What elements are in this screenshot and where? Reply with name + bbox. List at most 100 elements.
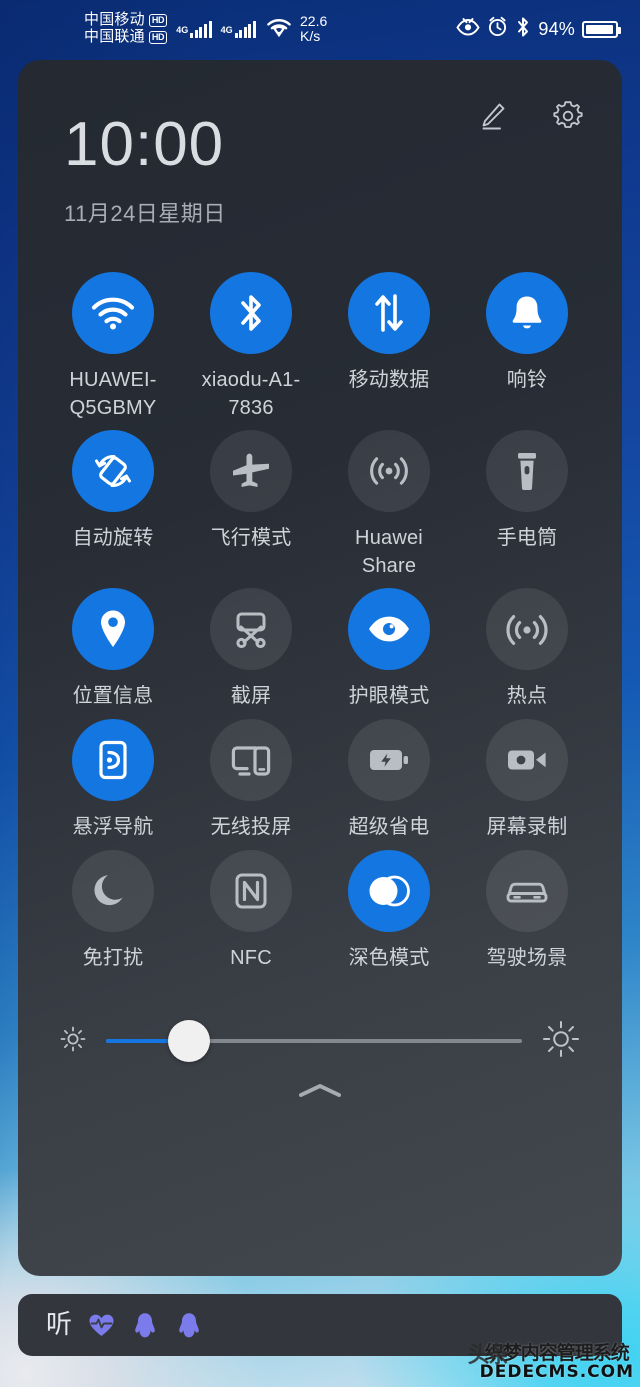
eye-comfort-icon[interactable] <box>348 588 430 671</box>
quick-toggle-5[interactable]: 自动旋转 <box>44 430 182 580</box>
quick-toggle-label: 超级省电 <box>348 815 430 838</box>
quick-toggle-15[interactable]: 超级省电 <box>320 718 458 842</box>
slider-thumb[interactable] <box>168 1020 211 1063</box>
quick-toggle-label: 热点 <box>506 685 548 708</box>
quick-toggle-16[interactable]: 屏幕录制 <box>458 718 596 842</box>
brightness-high-icon[interactable] <box>540 1018 582 1065</box>
eye-comfort-icon <box>456 17 480 41</box>
brightness-slider-row <box>18 1008 622 1074</box>
quick-toggle-9[interactable]: 位置信息 <box>44 588 182 711</box>
quick-toggle-6[interactable]: 飞行模式 <box>182 430 320 580</box>
network-speed-unit: K/s <box>300 28 321 44</box>
huawei-share-icon[interactable] <box>348 430 430 513</box>
quick-toggle-label: 护眼模式 <box>348 685 430 708</box>
nfc-icon[interactable] <box>210 849 292 932</box>
signal-bars-icon-2 <box>234 20 256 38</box>
chevron-up-icon[interactable] <box>293 1080 347 1107</box>
signal-group-1: 4G <box>176 20 212 38</box>
pencil-edit-icon[interactable] <box>472 96 512 136</box>
heartbeat-icon <box>86 1310 116 1340</box>
carrier-row-1: 中国移动 HD <box>84 11 168 29</box>
bell-ring-icon[interactable] <box>486 272 568 354</box>
network-speed-value: 22.6 <box>300 12 328 29</box>
quick-toggle-label: NFC <box>230 946 272 969</box>
bluetooth-icon[interactable] <box>210 272 292 354</box>
network-type-label-1: 4G <box>176 24 189 35</box>
bluetooth-icon <box>515 16 531 43</box>
carrier-row-2: 中国联通 HD <box>84 28 168 46</box>
network-type-label-2: 4G <box>220 24 233 35</box>
hd-badge-1: HD <box>148 13 168 28</box>
quick-toggle-label: xiaodu-A1-7836 <box>201 369 301 419</box>
quick-toggle-18[interactable]: NFC <box>182 849 320 973</box>
quick-toggle-label: 悬浮导航 <box>72 815 154 838</box>
do-not-disturb-icon[interactable] <box>72 849 154 932</box>
location-pin-icon[interactable] <box>72 588 154 671</box>
flashlight-icon[interactable] <box>486 430 568 513</box>
quick-toggle-10[interactable]: 截屏 <box>182 588 320 711</box>
quick-toggle-11[interactable]: 护眼模式 <box>320 588 458 711</box>
status-bar: 中国移动 HD 中国联通 HD 4G 4G 22.6 K/s 94% <box>0 0 640 58</box>
signal-group-2: 4G <box>220 20 256 38</box>
quick-toggle-label: 位置信息 <box>72 685 154 708</box>
hd-badge-2: HD <box>148 30 168 45</box>
quick-toggle-8[interactable]: 手电筒 <box>458 430 596 580</box>
quick-toggle-13[interactable]: 悬浮导航 <box>44 718 182 842</box>
watermark: 头条 织梦内容管理系统 DEDECMS.COM <box>468 1344 634 1381</box>
screenshot-icon[interactable] <box>210 588 292 671</box>
qq-penguin-icon <box>130 1310 160 1340</box>
quick-toggle-label: 响铃 <box>506 369 548 391</box>
floating-nav-icon[interactable] <box>72 718 154 801</box>
hotspot-icon[interactable] <box>486 588 568 671</box>
signal-bars-icon-1 <box>190 20 212 38</box>
dark-mode-icon[interactable] <box>348 849 430 932</box>
carrier-name-2: 中国联通 <box>84 28 145 45</box>
car-driving-icon[interactable] <box>486 849 568 932</box>
wifi-icon <box>265 16 293 42</box>
quick-toggle-label: 深色模式 <box>348 946 430 969</box>
quick-toggle-7[interactable]: Huawei Share <box>320 430 458 580</box>
quick-toggle-label: HUAWEI-Q5GBMY <box>69 369 157 419</box>
airplane-icon[interactable] <box>210 430 292 513</box>
quick-toggle-19[interactable]: 深色模式 <box>320 849 458 973</box>
quick-settings-panel: 10:00 11月24日星期日 HUAWEI-Q5GBMY xiaodu-A1-… <box>18 60 622 1276</box>
quick-toggle-17[interactable]: 免打扰 <box>44 849 182 973</box>
quick-toggle-label: 移动数据 <box>348 369 430 391</box>
quick-toggle-label: 免打扰 <box>82 946 144 969</box>
quick-toggle-label: 屏幕录制 <box>486 815 568 838</box>
status-bar-left: 中国移动 HD 中国联通 HD 4G 4G 22.6 K/s <box>84 11 328 46</box>
battery-saver-icon[interactable] <box>348 718 430 801</box>
quick-toggle-label: Huawei Share <box>355 527 423 577</box>
brightness-slider[interactable] <box>106 1020 522 1063</box>
quick-toggle-label: 截屏 <box>230 685 272 708</box>
carrier-labels: 中国移动 HD 中国联通 HD <box>84 11 168 46</box>
battery-percent-label: 94% <box>538 18 575 39</box>
panel-collapse-row <box>18 1080 622 1107</box>
panel-header: 10:00 11月24日星期日 <box>18 60 622 228</box>
quick-toggle-20[interactable]: 驾驶场景 <box>458 849 596 973</box>
auto-rotate-icon[interactable] <box>72 430 154 513</box>
quick-toggle-label: 飞行模式 <box>210 527 292 550</box>
wifi-icon[interactable] <box>72 272 154 354</box>
quick-toggle-4[interactable]: 响铃 <box>458 272 596 422</box>
gear-settings-icon[interactable] <box>548 96 588 136</box>
quick-toggle-label: 自动旋转 <box>72 527 154 550</box>
cast-screen-icon[interactable] <box>210 718 292 801</box>
quick-toggle-2[interactable]: xiaodu-A1-7836 <box>182 272 320 422</box>
listen-app-icon: 听 <box>46 1310 73 1340</box>
quick-toggle-label: 无线投屏 <box>210 815 292 838</box>
clock-date: 11月24日星期日 <box>64 201 226 226</box>
watermark-head-text: 头条 <box>467 1343 510 1368</box>
quick-toggle-3[interactable]: 移动数据 <box>320 272 458 422</box>
brightness-low-icon[interactable] <box>58 1024 88 1059</box>
status-bar-right: 94% <box>456 16 621 43</box>
mobile-data-icon[interactable] <box>348 272 430 354</box>
quick-toggle-label: 驾驶场景 <box>486 946 568 969</box>
quick-toggle-14[interactable]: 无线投屏 <box>182 718 320 842</box>
quick-toggle-1[interactable]: HUAWEI-Q5GBMY <box>44 272 182 422</box>
screen-record-icon[interactable] <box>486 718 568 801</box>
network-speed: 22.6 K/s <box>300 12 328 45</box>
alarm-clock-icon <box>487 16 508 42</box>
quick-toggle-12[interactable]: 热点 <box>458 588 596 711</box>
quick-toggle-grid: HUAWEI-Q5GBMY xiaodu-A1-7836 移动数据 响铃 自动旋… <box>18 272 622 972</box>
